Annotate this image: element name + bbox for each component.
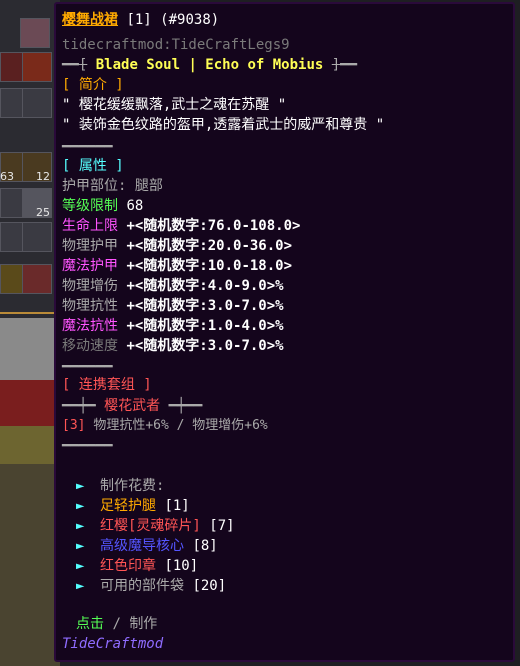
set-name-suffix: ━┿━━ — [168, 398, 203, 414]
inventory-slot-wings[interactable] — [22, 52, 52, 82]
material-row: ► 红色印章 [10] — [76, 557, 198, 575]
set-name-row: ━━┿━ 樱花武者 ━┿━━ — [62, 397, 202, 415]
material-qty: [8] — [192, 538, 218, 554]
intro-line: " 樱花缓缓飘落,武士之魂在苏醒 " — [62, 97, 287, 113]
stat-value: +<随机数字:10.0-18.0> — [126, 258, 293, 274]
stat-row: 魔法抗性 +<随机数字:1.0-4.0>% — [62, 317, 284, 335]
item-id: (#9038) — [160, 12, 220, 28]
craft-cost-row: ► 制作花费: — [76, 477, 164, 495]
item-tooltip: 樱舞战裙 [1] (#9038) tidecraftmod:TideCraftL… — [54, 2, 515, 662]
craft-cost-label: 制作花费: — [100, 478, 165, 494]
material-qty: [7] — [209, 518, 235, 534]
background-lower-band — [0, 464, 60, 666]
background-red-band — [0, 380, 60, 426]
stat-row: 生命上限 +<随机数字:76.0-108.0> — [62, 217, 300, 235]
item-count: 63 — [0, 170, 14, 183]
series-suffix: ]━━ — [331, 57, 358, 73]
mod-name: TideCraftmod — [62, 636, 164, 652]
item-name: 樱舞战裙 — [62, 12, 118, 28]
stat-label: 魔法护甲 — [62, 258, 118, 274]
item-series-row: ━━[ Blade Soul | Echo of Mobius ]━━ — [62, 56, 357, 74]
divider: ━━━━━━ — [62, 359, 113, 375]
intro-line: " 装饰金色纹路的盔甲,透露着武士的威严和尊贵 " — [62, 117, 385, 133]
set-bonus-row: [3] 物理抗性+6% / 物理增伤+6% — [62, 417, 268, 435]
stat-row: 魔法护甲 +<随机数字:10.0-18.0> — [62, 257, 292, 275]
level-requirement-row: 等级限制 68 — [62, 197, 143, 215]
stat-row: 物理护甲 +<随机数字:20.0-36.0> — [62, 237, 292, 255]
armor-slot-row: 护甲部位: 腿部 — [62, 177, 163, 195]
background-gray-band — [0, 318, 60, 380]
armor-slot-value: 腿部 — [134, 178, 163, 194]
attributes-header: [ 属性 ] — [62, 158, 124, 174]
stat-label: 物理增伤 — [62, 278, 118, 294]
item-count: [1] — [126, 12, 152, 28]
set-bonus: 物理抗性+6% / 物理增伤+6% — [93, 418, 268, 433]
inventory-slot[interactable] — [22, 88, 52, 118]
inventory-slot-blade[interactable] — [22, 264, 52, 294]
material-name: 红樱[灵魂碎片] — [100, 518, 201, 534]
stat-value: +<随机数字:20.0-36.0> — [126, 238, 293, 254]
material-row: ► 高级魔导核心 [8] — [76, 537, 218, 555]
stat-value: +<随机数字:1.0-4.0>% — [126, 318, 284, 334]
stat-row: 移动速度 +<随机数字:3.0-7.0>% — [62, 337, 284, 355]
item-registry-name: tidecraftmod:TideCraftLegs9 — [62, 37, 290, 53]
level-value: 68 — [126, 198, 144, 214]
armor-slot-label: 护甲部位: — [62, 178, 127, 194]
stat-value: +<随机数字:4.0-9.0>% — [126, 278, 284, 294]
material-qty: [1] — [164, 498, 190, 514]
divider: ━━━━━━ — [62, 438, 113, 454]
material-name: 高级魔导核心 — [100, 538, 184, 554]
material-name: 足轻护腿 — [100, 498, 156, 514]
material-name: 红色印章 — [100, 558, 156, 574]
inventory-slot[interactable] — [22, 222, 52, 252]
material-qty: [20] — [192, 578, 227, 594]
stat-label: 生命上限 — [62, 218, 118, 234]
divider-line — [0, 312, 60, 314]
set-name: 樱花武者 — [104, 398, 161, 414]
action-separator: / — [112, 616, 121, 632]
bullet-icon: ► — [76, 558, 85, 574]
level-label: 等级限制 — [62, 198, 118, 214]
click-to-craft-button[interactable]: 点击 — [76, 616, 104, 632]
bullet-icon: ► — [76, 538, 85, 554]
material-qty: [10] — [164, 558, 199, 574]
stat-label: 物理护甲 — [62, 238, 118, 254]
intro-header: [ 简介 ] — [62, 77, 124, 93]
material-row: ► 足轻护腿 [1] — [76, 497, 190, 515]
stat-value: +<随机数字:3.0-7.0>% — [126, 338, 284, 354]
craft-action-row: 点击 / 制作 — [76, 615, 157, 633]
stat-label: 物理抗性 — [62, 298, 118, 314]
item-title-row: 樱舞战裙 [1] (#9038) — [62, 11, 219, 29]
stat-label: 移动速度 — [62, 338, 118, 354]
stat-row: 物理增伤 +<随机数字:4.0-9.0>% — [62, 277, 284, 295]
background-olive-band — [0, 426, 60, 464]
item-count: 25 — [36, 206, 50, 219]
stat-label: 魔法抗性 — [62, 318, 118, 334]
set-bonus-count: [3] — [62, 418, 86, 433]
item-count: 12 — [36, 170, 50, 183]
bullet-icon: ► — [76, 518, 85, 534]
bullet-icon: ► — [76, 498, 85, 514]
material-row: ► 可用的部件袋 [20] — [76, 577, 226, 595]
material-row: ► 红樱[灵魂碎片] [7] — [76, 517, 235, 535]
craft-label: 制作 — [129, 616, 158, 632]
set-header: [ 连携套组 ] — [62, 377, 152, 393]
stat-value: +<随机数字:76.0-108.0> — [126, 218, 301, 234]
item-series: Blade Soul | Echo of Mobius — [95, 57, 324, 73]
inventory-slot-armor[interactable] — [20, 18, 50, 48]
set-name-prefix: ━━┿━ — [62, 398, 96, 414]
material-name: 可用的部件袋 — [100, 578, 184, 594]
bullet-icon: ► — [76, 578, 85, 594]
stat-value: +<随机数字:3.0-7.0>% — [126, 298, 284, 314]
bullet-icon: ► — [76, 478, 85, 494]
divider: ━━━━━━ — [62, 139, 113, 155]
stat-row: 物理抗性 +<随机数字:3.0-7.0>% — [62, 297, 284, 315]
series-prefix: ━━[ — [62, 57, 88, 73]
